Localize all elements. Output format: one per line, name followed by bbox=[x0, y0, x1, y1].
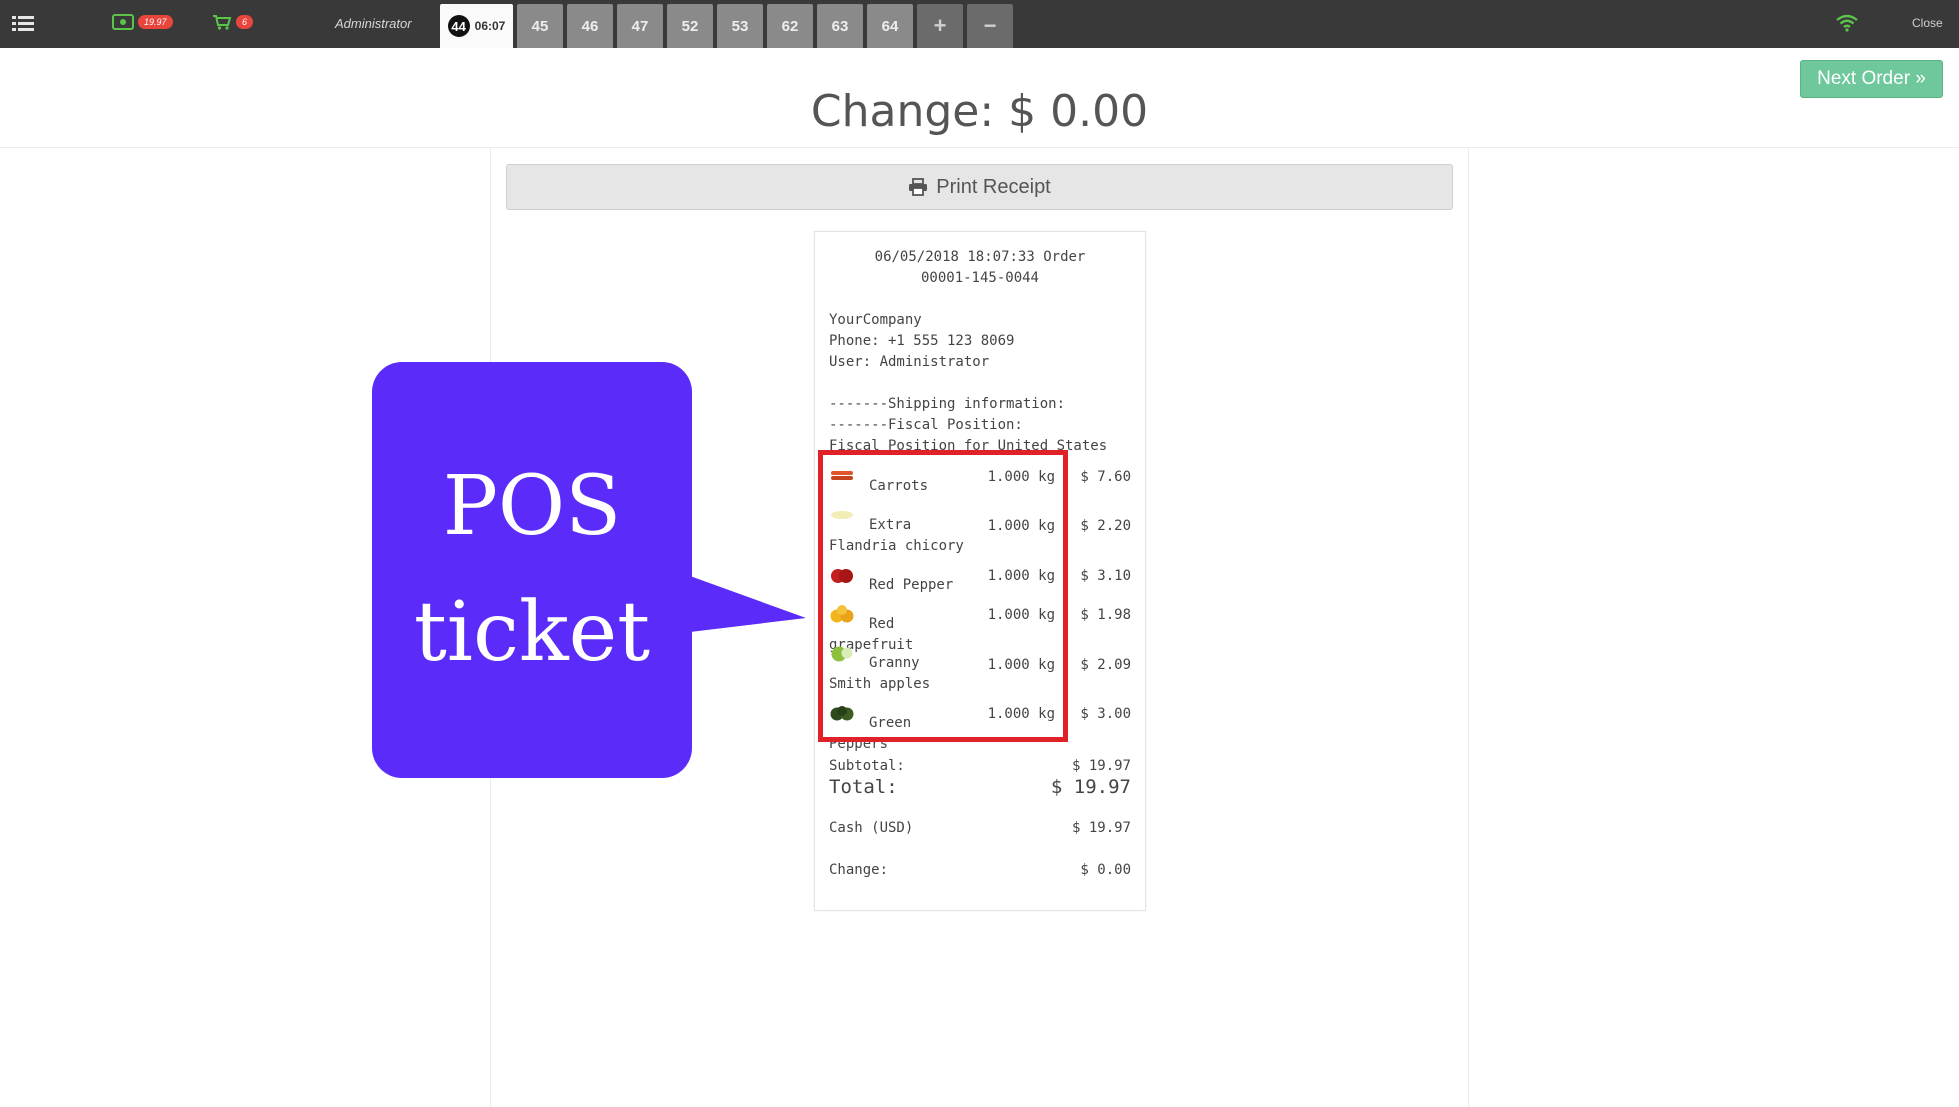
cash-indicator[interactable]: 19.97 bbox=[112, 14, 173, 30]
order-tab[interactable]: 53 bbox=[717, 4, 763, 48]
new-order-button[interactable]: + bbox=[917, 4, 963, 48]
order-tab[interactable]: 62 bbox=[767, 4, 813, 48]
print-receipt-button[interactable]: Print Receipt bbox=[506, 164, 1453, 210]
receipt-shipping-info: -------Shipping information: bbox=[829, 396, 1066, 412]
receipt-line-price: $ 2.20 bbox=[1080, 518, 1131, 534]
wifi-icon[interactable] bbox=[1836, 14, 1858, 32]
order-time: 06:07 bbox=[474, 19, 506, 33]
receipt-company: YourCompany bbox=[829, 312, 922, 328]
order-lines-highlight bbox=[818, 450, 1068, 742]
cart-indicator[interactable]: 6 bbox=[212, 14, 254, 30]
receipt-line-price: $ 3.10 bbox=[1080, 568, 1131, 584]
receipt-fiscal-position: -------Fiscal Position: bbox=[829, 417, 1023, 433]
total-label: Total: bbox=[829, 776, 898, 798]
money-icon bbox=[112, 14, 134, 30]
printer-icon bbox=[909, 178, 928, 196]
callout-line-2: ticket bbox=[413, 585, 651, 680]
receipt-order-ref: 00001-145-0044 bbox=[920, 270, 1039, 286]
subtotal-value: $ 19.97 bbox=[1071, 758, 1131, 774]
print-receipt-label: Print Receipt bbox=[936, 175, 1051, 198]
subtotal-label: Subtotal: bbox=[829, 758, 905, 774]
payment-amount: $ 19.97 bbox=[1071, 820, 1131, 836]
cashier-name[interactable]: Administrator bbox=[335, 16, 412, 31]
next-order-button[interactable]: Next Order » bbox=[1800, 60, 1943, 98]
order-sequence-badge: 44 bbox=[447, 15, 470, 37]
total-value: $ 19.97 bbox=[1050, 776, 1131, 798]
receipt-date-order: 06/05/2018 18:07:33 Order bbox=[874, 249, 1086, 265]
top-bar: 19.97 6 Administrator 44 06:07 45 46 47 … bbox=[0, 0, 1959, 48]
header-divider bbox=[0, 147, 1959, 148]
cash-amount-badge: 19.97 bbox=[138, 15, 173, 29]
order-tab[interactable]: 45 bbox=[517, 4, 563, 48]
close-button[interactable]: Close bbox=[1912, 16, 1943, 30]
cart-count-badge: 6 bbox=[236, 15, 254, 29]
order-tabs: 44 06:07 45 46 47 52 53 62 63 64 + − bbox=[440, 4, 1013, 48]
order-tab[interactable]: 52 bbox=[667, 4, 713, 48]
change-amount-title: Change: $ 0.00 bbox=[810, 86, 1149, 137]
receipt-user: User: Administrator bbox=[829, 354, 990, 370]
receipt-line-price: $ 1.98 bbox=[1080, 607, 1131, 623]
receipt-line-price: $ 3.00 bbox=[1080, 706, 1131, 722]
order-tab[interactable]: 47 bbox=[617, 4, 663, 48]
callout-line-1: POS bbox=[442, 459, 622, 554]
order-tab[interactable]: 63 bbox=[817, 4, 863, 48]
receipt-change-label: Change: bbox=[829, 862, 889, 878]
payment-method-label: Cash (USD) bbox=[829, 820, 914, 836]
menu-list-icon[interactable] bbox=[12, 14, 34, 34]
order-tab[interactable]: 46 bbox=[567, 4, 613, 48]
order-tab-active[interactable]: 44 06:07 bbox=[440, 4, 513, 48]
cart-icon bbox=[213, 15, 232, 30]
right-column-divider bbox=[1468, 148, 1469, 1107]
receipt-phone: Phone: +1 555 123 8069 bbox=[829, 333, 1015, 349]
delete-order-button[interactable]: − bbox=[967, 4, 1013, 48]
receipt-line-price: $ 7.60 bbox=[1080, 469, 1131, 485]
receipt-change-value: $ 0.00 bbox=[1080, 862, 1131, 878]
callout-pointer bbox=[690, 576, 806, 632]
pos-ticket-callout: POS ticket bbox=[372, 362, 692, 778]
receipt-line-price: $ 2.09 bbox=[1080, 657, 1131, 673]
order-tab[interactable]: 64 bbox=[867, 4, 913, 48]
